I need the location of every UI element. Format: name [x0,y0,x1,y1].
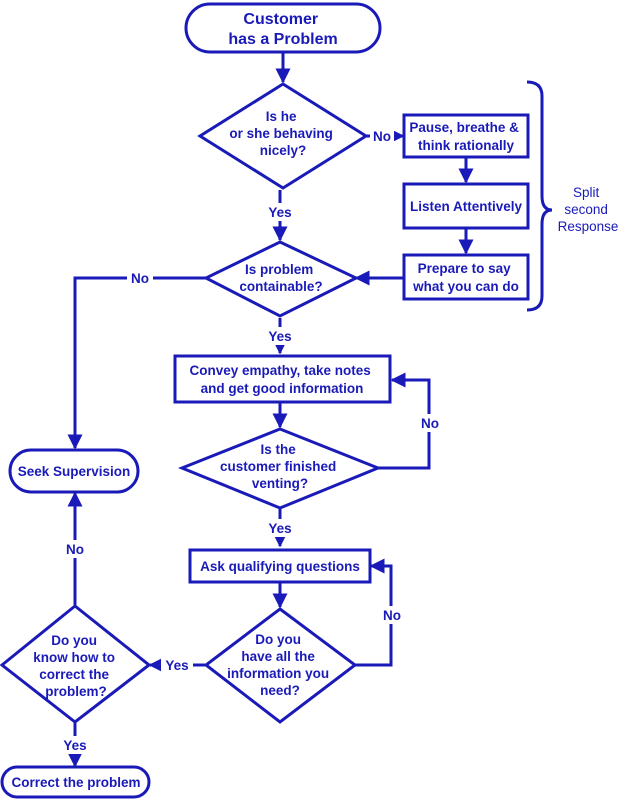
node-ask-text: Ask qualifying questions [200,559,360,574]
node-listen-text: Listen Attentively [410,199,523,214]
label-containable-yes: Yes [268,329,291,344]
label-venting-yes: Yes [268,521,291,536]
node-correct-text: Correct the problem [11,775,140,790]
label-behaving-no: No [373,129,391,144]
label-know-yes: Yes [63,738,86,753]
label-behaving-yes: Yes [268,205,291,220]
customer-service-flowchart: Customer has a Problem Is he or she beha… [0,2,619,799]
label-info-no: No [383,608,401,623]
label-venting-no: No [421,416,439,431]
label-info-yes: Yes [165,658,188,673]
split-second-brace [526,80,553,312]
label-containable-no: No [131,271,149,286]
label-know-no: No [66,542,84,557]
brace-note-text: Split second Response [558,185,619,234]
node-supervision-text: Seek Supervision [18,464,131,479]
